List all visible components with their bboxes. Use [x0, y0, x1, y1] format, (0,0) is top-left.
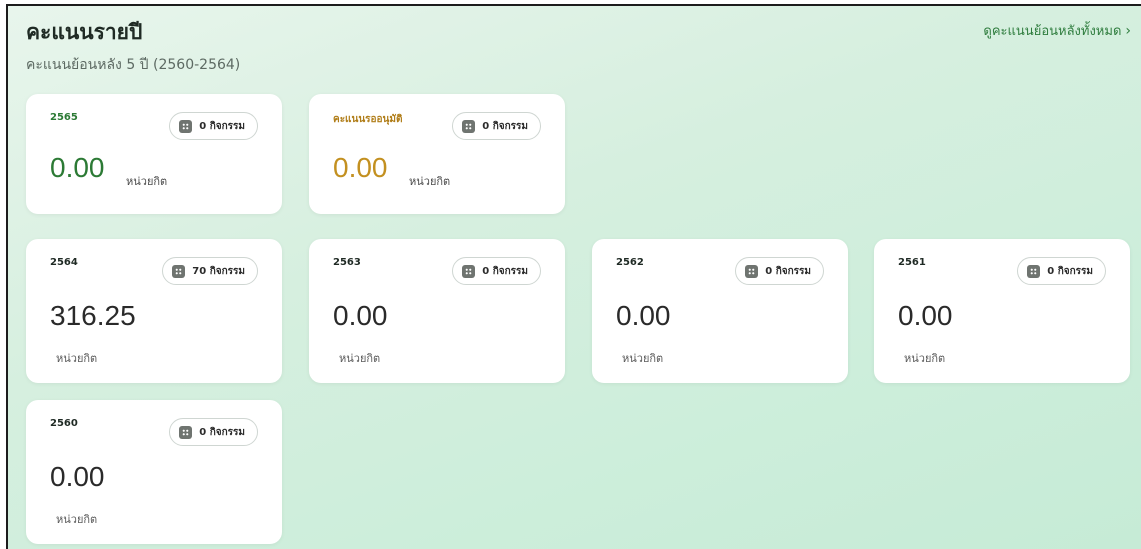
score-unit: หน่วยกิต [126, 175, 168, 188]
score-value: 0.00 [50, 152, 105, 183]
score-card-year[interactable]: 2563 0 กิจกรรม 0.00 หน่วยกิต [309, 239, 565, 383]
activity-grid-icon [179, 425, 193, 439]
activities-button[interactable]: 0 กิจกรรม [452, 257, 541, 285]
card-year-label: 2563 [333, 257, 361, 268]
card-year-label: 2565 [50, 112, 78, 123]
activities-count: 0 กิจกรรม [482, 120, 528, 132]
card-pending-label: คะแนนรออนุมัติ [333, 114, 403, 125]
yearly-scores-panel: คะแนนรายปี คะแนนย้อนหลัง 5 ปี (2560-2564… [6, 4, 1141, 549]
score-unit: หน่วยกิต [904, 352, 946, 365]
score-card-year[interactable]: 2564 70 กิจกรรม 316.25 หน่วยกิต [26, 239, 282, 383]
activities-button[interactable]: 0 กิจกรรม [1017, 257, 1106, 285]
card-year-label: 2561 [898, 257, 926, 268]
view-all-label: ดูคะแนนย้อนหลังทั้งหมด [983, 24, 1122, 39]
activity-grid-icon [462, 119, 476, 133]
activities-count: 0 กิจกรรม [199, 120, 245, 132]
activities-button[interactable]: 0 กิจกรรม [452, 112, 541, 140]
view-all-history-link[interactable]: ดูคะแนนย้อนหลังทั้งหมด › [983, 20, 1131, 41]
activities-count: 0 กิจกรรม [1047, 265, 1093, 277]
activity-grid-icon [1027, 264, 1041, 278]
card-year-label: 2564 [50, 257, 78, 268]
page-subtitle: คะแนนย้อนหลัง 5 ปี (2560-2564) [26, 57, 241, 73]
score-card-pending[interactable]: คะแนนรออนุมัติ 0 กิจกรรม 0.00 หน่วยกิต [309, 94, 565, 214]
activities-count: 0 กิจกรรม [482, 265, 528, 277]
activities-button[interactable]: 70 กิจกรรม [162, 257, 258, 285]
score-value: 0.00 [333, 152, 388, 183]
score-value: 0.00 [333, 300, 388, 331]
score-value: 316.25 [50, 300, 136, 331]
activity-grid-icon [745, 264, 759, 278]
score-card-year[interactable]: 2561 0 กิจกรรม 0.00 หน่วยกิต [874, 239, 1130, 383]
activities-button[interactable]: 0 กิจกรรม [169, 112, 258, 140]
activities-button[interactable]: 0 กิจกรรม [735, 257, 824, 285]
page-title: คะแนนรายปี [26, 20, 143, 44]
score-value: 0.00 [50, 461, 105, 492]
activity-grid-icon [172, 264, 186, 278]
score-card-year[interactable]: 2562 0 กิจกรรม 0.00 หน่วยกิต [592, 239, 848, 383]
card-year-label: 2562 [616, 257, 644, 268]
activity-grid-icon [179, 119, 193, 133]
score-card-year[interactable]: 2560 0 กิจกรรม 0.00 หน่วยกิต [26, 400, 282, 544]
score-unit: หน่วยกิต [409, 175, 451, 188]
activity-grid-icon [462, 264, 476, 278]
score-unit: หน่วยกิต [56, 513, 98, 526]
chevron-right-icon: › [1125, 22, 1131, 39]
score-card-current-year[interactable]: 2565 0 กิจกรรม 0.00 หน่วยกิต [26, 94, 282, 214]
activities-count: 0 กิจกรรม [199, 426, 245, 438]
activities-count: 0 กิจกรรม [765, 265, 811, 277]
score-unit: หน่วยกิต [622, 352, 664, 365]
card-year-label: 2560 [50, 418, 78, 429]
activities-button[interactable]: 0 กิจกรรม [169, 418, 258, 446]
score-value: 0.00 [616, 300, 671, 331]
score-value: 0.00 [898, 300, 953, 331]
activities-count: 70 กิจกรรม [192, 265, 245, 277]
score-unit: หน่วยกิต [339, 352, 381, 365]
score-unit: หน่วยกิต [56, 352, 98, 365]
